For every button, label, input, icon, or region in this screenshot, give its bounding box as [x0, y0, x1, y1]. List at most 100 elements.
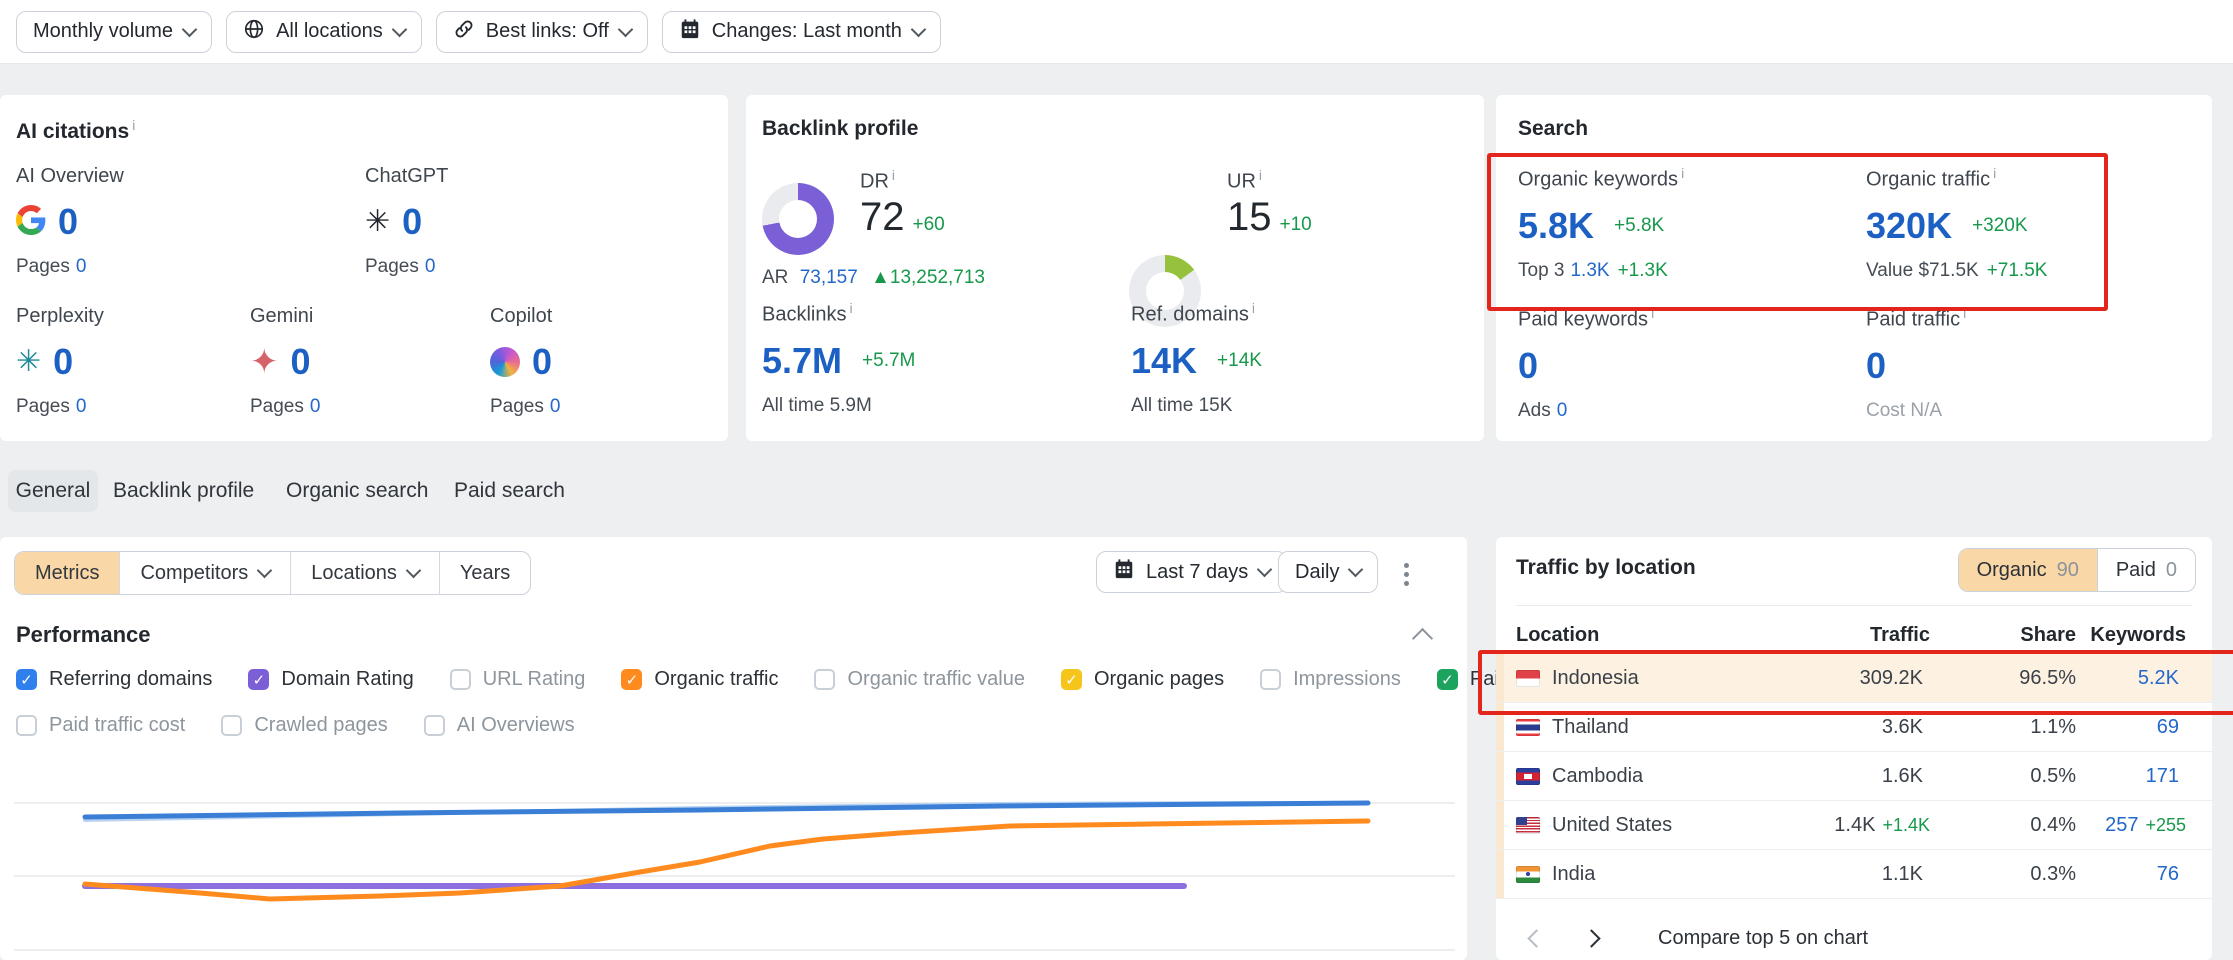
- column-location[interactable]: Location: [1516, 624, 1750, 647]
- info-icon[interactable]: i: [1252, 300, 1255, 316]
- collapse-chevron-up-icon[interactable]: [1412, 628, 1433, 649]
- ai-citations-card: AI citationsi AI Overview 0 Pages0 ChatG…: [0, 95, 728, 441]
- performance-line-chart: [0, 760, 1467, 960]
- pages-count-link[interactable]: 0: [76, 256, 87, 277]
- metric-checkbox-impressions[interactable]: Impressions: [1260, 668, 1401, 691]
- chevron-down-icon: [618, 21, 634, 37]
- organic-traffic-delta: +320K: [1972, 215, 2027, 237]
- keywords-link[interactable]: 171: [2146, 765, 2179, 787]
- info-icon[interactable]: i: [1259, 167, 1262, 183]
- organic-traffic-value[interactable]: 320K: [1866, 205, 1952, 247]
- info-icon[interactable]: i: [849, 300, 852, 316]
- dr-delta: +60: [913, 214, 945, 235]
- pages-count-link[interactable]: 0: [425, 256, 436, 277]
- checkbox-icon: [621, 669, 642, 690]
- info-icon[interactable]: i: [1993, 165, 1996, 181]
- metric-checkbox-crawled-pages[interactable]: Crawled pages: [221, 714, 387, 737]
- metric-checkbox-referring-domains[interactable]: Referring domains: [16, 668, 212, 691]
- tab-paid-search[interactable]: Paid search: [454, 470, 565, 512]
- top3-value-link[interactable]: 1.3K: [1570, 260, 1609, 281]
- date-range-dropdown[interactable]: Last 7 days: [1096, 551, 1287, 593]
- top3-label: Top 3: [1518, 260, 1564, 281]
- pages-count-link[interactable]: 0: [310, 396, 321, 417]
- metric-checkbox-ai-overviews[interactable]: AI Overviews: [424, 714, 575, 737]
- keywords-link[interactable]: 5.2K: [2138, 667, 2179, 689]
- metric-checkbox-organic-pages[interactable]: Organic pages: [1061, 668, 1224, 691]
- paid-traffic-value[interactable]: 0: [1866, 345, 1886, 387]
- ar-value-link[interactable]: 73,157: [800, 267, 858, 288]
- citations-count[interactable]: 0: [53, 341, 73, 383]
- column-keywords[interactable]: Keywords: [2076, 624, 2186, 647]
- best-links-dropdown[interactable]: Best links: Off: [436, 11, 648, 53]
- info-icon[interactable]: i: [1963, 305, 1966, 321]
- column-traffic[interactable]: Traffic: [1750, 624, 1930, 647]
- citations-count[interactable]: 0: [58, 201, 78, 243]
- metric-checkbox-domain-rating[interactable]: Domain Rating: [248, 668, 413, 691]
- paid-keywords-value[interactable]: 0: [1518, 345, 1538, 387]
- monthly-volume-dropdown[interactable]: Monthly volume: [16, 11, 212, 53]
- keywords-link[interactable]: 69: [2157, 716, 2179, 738]
- compare-top5-link[interactable]: Compare top 5 on chart: [1658, 927, 1868, 950]
- openai-icon: ✳: [365, 207, 390, 237]
- tab-organic-search[interactable]: Organic search: [286, 470, 428, 512]
- ads-label: Ads: [1518, 400, 1551, 421]
- ref-domains-label: Ref. domainsi: [1131, 300, 1262, 327]
- location-row-thailand[interactable]: Thailand 3.6K 1.1% 69: [1496, 703, 2212, 752]
- info-icon[interactable]: i: [132, 117, 135, 133]
- info-icon[interactable]: i: [1681, 165, 1684, 181]
- flag-united-states-icon: [1516, 817, 1540, 834]
- metric-checkbox-organic-traffic[interactable]: Organic traffic: [621, 668, 778, 691]
- info-icon[interactable]: i: [892, 167, 895, 183]
- locations-filter-dropdown[interactable]: All locations: [226, 11, 422, 53]
- gemini-icon: ✦: [250, 345, 279, 379]
- info-icon[interactable]: i: [1651, 305, 1654, 321]
- changes-dropdown[interactable]: Changes: Last month: [662, 11, 941, 53]
- checkbox-icon: [1061, 669, 1082, 690]
- organic-keywords-value[interactable]: 5.8K: [1518, 205, 1594, 247]
- location-row-india[interactable]: India 1.1K 0.3% 76: [1496, 850, 2212, 899]
- citations-count[interactable]: 0: [532, 341, 552, 383]
- ur-value-row: 15+10: [1227, 195, 1312, 240]
- all-time-value: 15K: [1199, 395, 1233, 416]
- ai-engine-ai-overview: AI Overview 0 Pages0: [16, 165, 124, 278]
- ref-domains-value[interactable]: 14K: [1131, 340, 1197, 382]
- location-row-cambodia[interactable]: Cambodia 1.6K 0.5% 171: [1496, 752, 2212, 801]
- column-share[interactable]: Share: [1930, 624, 2076, 647]
- pages-label: Pages: [16, 256, 70, 277]
- segment-locations[interactable]: Locations: [290, 552, 439, 594]
- monthly-volume-label: Monthly volume: [33, 20, 173, 43]
- metric-checkbox-paid-traffic-cost[interactable]: Paid traffic cost: [16, 714, 185, 737]
- next-page-arrow-icon[interactable]: [1582, 929, 1600, 947]
- segment-years[interactable]: Years: [439, 552, 530, 594]
- ads-count-link[interactable]: 0: [1557, 400, 1568, 421]
- backlink-profile-title: Backlink profile: [762, 117, 918, 141]
- ai-engine-gemini: Gemini ✦ 0 Pages0: [250, 305, 320, 418]
- toggle-organic[interactable]: Organic90: [1959, 549, 2097, 591]
- pages-count-link[interactable]: 0: [550, 396, 561, 417]
- keywords-link[interactable]: 257: [2105, 814, 2138, 836]
- tab-general[interactable]: General: [8, 470, 98, 512]
- metric-checkbox-organic-traffic-value[interactable]: Organic traffic value: [814, 668, 1025, 691]
- pages-count-link[interactable]: 0: [76, 396, 87, 417]
- paid-traffic-block: Paid traffici 0 Cost N/A: [1866, 305, 1966, 422]
- tab-backlink-profile[interactable]: Backlink profile: [113, 470, 254, 512]
- granularity-dropdown[interactable]: Daily: [1278, 551, 1378, 593]
- citations-count[interactable]: 0: [402, 201, 422, 243]
- backlinks-value[interactable]: 5.7M: [762, 340, 842, 382]
- keywords-link[interactable]: 76: [2157, 863, 2179, 885]
- organic-accent-strip: [1496, 801, 1504, 849]
- metric-checkbox-url-rating[interactable]: URL Rating: [450, 668, 586, 691]
- organic-accent-strip: [1496, 850, 1504, 898]
- segment-metrics[interactable]: Metrics: [15, 552, 119, 594]
- chevron-down-icon: [1348, 562, 1364, 578]
- citations-count[interactable]: 0: [291, 341, 311, 383]
- location-row-united-states[interactable]: United States 1.4K+1.4K 0.4% 257+255: [1496, 801, 2212, 850]
- flag-thailand-icon: [1516, 719, 1540, 736]
- kebab-menu-icon[interactable]: [1404, 559, 1409, 590]
- dr-value: 72: [860, 195, 905, 239]
- prev-page-arrow-icon[interactable]: [1527, 929, 1545, 947]
- location-row-indonesia[interactable]: Indonesia 309.2K 96.5% 5.2K: [1496, 654, 2212, 703]
- toggle-paid[interactable]: Paid0: [2097, 549, 2195, 591]
- segment-competitors[interactable]: Competitors: [119, 552, 290, 594]
- ref-domains-block: Ref. domainsi 14K+14K All time 15K: [1131, 300, 1262, 417]
